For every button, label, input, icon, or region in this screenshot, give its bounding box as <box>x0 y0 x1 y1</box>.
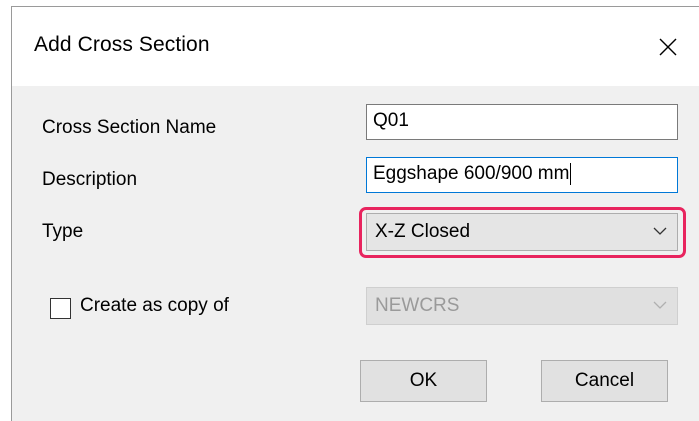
add-cross-section-dialog: Add Cross Section Cross Section Name Q01… <box>11 6 699 421</box>
title-bar: Add Cross Section <box>12 7 699 86</box>
create-as-copy-checkbox[interactable] <box>50 298 71 319</box>
copy-source-dropdown: NEWCRS <box>366 287 678 325</box>
dialog-title: Add Cross Section <box>34 33 210 56</box>
close-button[interactable] <box>648 27 692 67</box>
chevron-down-icon <box>653 301 667 309</box>
copy-source-value: NEWCRS <box>375 295 460 316</box>
cancel-button[interactable]: Cancel <box>541 360 668 402</box>
description-value: Eggshape 600/900 mm <box>373 163 570 184</box>
cross-section-name-input[interactable]: Q01 <box>366 104 678 140</box>
text-cursor <box>570 162 572 185</box>
cross-section-name-label: Cross Section Name <box>42 117 217 138</box>
type-highlight-annotation <box>359 207 686 258</box>
close-icon <box>659 38 677 56</box>
create-as-copy-label[interactable]: Create as copy of <box>80 295 229 317</box>
ok-button[interactable]: OK <box>360 360 487 402</box>
cross-section-name-value: Q01 <box>373 110 409 131</box>
description-label: Description <box>42 169 138 190</box>
type-label: Type <box>42 221 84 242</box>
description-input[interactable]: Eggshape 600/900 mm <box>366 157 678 193</box>
